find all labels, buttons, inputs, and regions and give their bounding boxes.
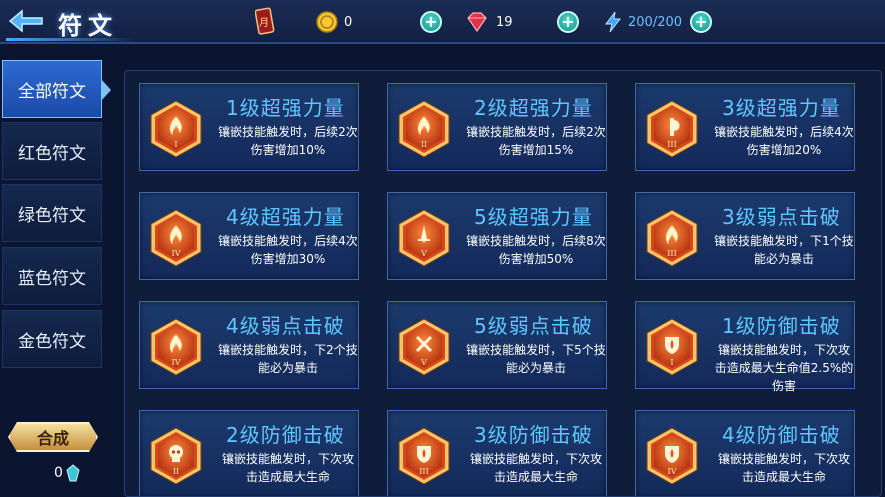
rune-shield-icon: IV xyxy=(646,427,698,485)
rune-sword-icon: V xyxy=(398,209,450,267)
rune-list-panel[interactable]: I 1级超强力量 镶嵌技能触发时，后续2次伤害增加10% II 2级超强力量 镶嵌技能触发… xyxy=(124,70,882,497)
rune-description: 镶嵌技能触发时，下5个技能必为暴击 xyxy=(466,343,606,375)
rune-axe-icon: III xyxy=(646,100,698,158)
lightning-icon xyxy=(605,11,622,33)
rune-flame-icon: IV xyxy=(150,318,202,376)
rune-description: 镶嵌技能触发时，下次攻击造成最大生命 xyxy=(469,452,602,484)
top-bar: 符文 月 0 + 19 + 200/200 + xyxy=(0,0,885,44)
rune-tier-label: V xyxy=(420,358,427,367)
rune-flame-icon: I xyxy=(150,100,202,158)
rune-tier-label: III xyxy=(667,249,676,258)
rune-name: 2级防御击破 xyxy=(226,423,345,447)
rune-tier-label: II xyxy=(173,467,179,476)
rune-description: 镶嵌技能触发时，下次攻击造成最大生命 xyxy=(717,452,850,484)
add-gem-button[interactable]: + xyxy=(557,11,579,33)
rune-description: 镶嵌技能触发时，下次攻击造成最大生命 xyxy=(221,452,354,484)
plus-icon: + xyxy=(694,11,708,31)
rune-card[interactable]: IV 4级防御击破镶嵌技能触发时，下次攻击造成最大生命 xyxy=(635,410,855,496)
rune-card[interactable]: III 3级防御击破镶嵌技能触发时，下次攻击造成最大生命 xyxy=(387,410,607,496)
gold-coin-icon xyxy=(316,11,338,33)
rune-card[interactable]: III 3级弱点击破镶嵌技能触发时，下1个技能必为暴击 xyxy=(635,192,855,280)
energy-max: /200 xyxy=(652,14,683,30)
gem-icon xyxy=(467,12,487,33)
rune-skull-icon: II xyxy=(150,427,202,485)
rune-name: 1级超强力量 xyxy=(226,96,345,120)
rune-description: 镶嵌技能触发时，下1个技能必为暴击 xyxy=(714,234,854,266)
plus-icon: + xyxy=(561,11,575,31)
energy-resource: 200/200 xyxy=(604,9,718,35)
gold-resource: 0 xyxy=(316,9,424,35)
rune-description: 镶嵌技能触发时，下次攻击造成最大生命值2.5%的伤害 xyxy=(714,343,854,393)
plus-icon: + xyxy=(424,11,438,31)
rune-name: 3级超强力量 xyxy=(722,96,841,120)
rune-description: 镶嵌技能触发时，下2个技能必为暴击 xyxy=(218,343,358,375)
rune-cross-icon: V xyxy=(398,318,450,376)
rune-card[interactable]: II 2级防御击破镶嵌技能触发时，下次攻击造成最大生命 xyxy=(139,410,359,496)
crystal-icon xyxy=(66,464,80,482)
rune-card[interactable]: II 2级超强力量镶嵌技能触发时，后续2次伤害增加15% xyxy=(387,83,607,171)
gold-value: 0 xyxy=(344,14,353,30)
svg-text:月: 月 xyxy=(259,17,269,29)
back-arrow-icon xyxy=(8,9,43,33)
rune-card-icon[interactable]: 月 xyxy=(255,6,275,36)
rune-card[interactable]: IV 4级弱点击破镶嵌技能触发时，下2个技能必为暴击 xyxy=(139,301,359,389)
rune-tier-label: IV xyxy=(172,358,181,367)
craft-button[interactable]: 合成 xyxy=(8,422,98,452)
rune-tier-label: IV xyxy=(668,467,677,476)
rune-name: 3级防御击破 xyxy=(474,423,593,447)
energy-current: 200 xyxy=(628,14,653,30)
rune-name: 3级弱点击破 xyxy=(722,205,841,229)
rune-flame-icon: II xyxy=(398,100,450,158)
rune-card[interactable]: V 5级弱点击破镶嵌技能触发时，下5个技能必为暴击 xyxy=(387,301,607,389)
tab-all-runes[interactable]: 全部符文 xyxy=(2,60,111,118)
rune-card[interactable]: V 5级超强力量镶嵌技能触发时，后续8次伤害增加50% xyxy=(387,192,607,280)
rune-shield-icon: I xyxy=(646,318,698,376)
gem-value: 19 xyxy=(496,14,513,30)
tab-green-runes[interactable]: 绿色符文 xyxy=(2,184,102,242)
rune-description: 镶嵌技能触发时，后续4次伤害增加20% xyxy=(714,125,854,157)
rune-flame-icon: IV xyxy=(150,209,202,267)
rune-name: 1级防御击破 xyxy=(722,314,841,338)
rune-name: 5级弱点击破 xyxy=(474,314,593,338)
rune-tier-label: II xyxy=(421,140,427,149)
add-energy-button[interactable]: + xyxy=(690,11,712,33)
craft-material-count: 0 xyxy=(54,464,80,482)
rune-tier-label: III xyxy=(419,467,428,476)
rune-tier-label: I xyxy=(670,358,673,367)
craft-count-value: 0 xyxy=(54,465,63,481)
rune-name: 2级超强力量 xyxy=(474,96,593,120)
rune-shield-icon: III xyxy=(398,427,450,485)
rune-flame-icon: III xyxy=(646,209,698,267)
tab-red-runes[interactable]: 红色符文 xyxy=(2,122,102,180)
rune-tier-label: V xyxy=(420,249,427,258)
rune-name: 4级超强力量 xyxy=(226,205,345,229)
rune-tier-label: IV xyxy=(172,249,181,258)
title-underline xyxy=(6,38,136,41)
rune-tier-label: I xyxy=(174,140,177,149)
page-title: 符文 xyxy=(58,11,118,40)
rune-description: 镶嵌技能触发时，后续4次伤害增加30% xyxy=(218,234,358,266)
rune-tier-label: III xyxy=(667,140,676,149)
rune-card[interactable]: IV 4级超强力量镶嵌技能触发时，后续4次伤害增加30% xyxy=(139,192,359,280)
rune-name: 4级弱点击破 xyxy=(226,314,345,338)
rune-description: 镶嵌技能触发时，后续2次伤害增加10% xyxy=(218,125,358,157)
rune-name: 5级超强力量 xyxy=(474,205,593,229)
rune-description: 镶嵌技能触发时，后续8次伤害增加50% xyxy=(466,234,606,266)
tab-gold-runes[interactable]: 金色符文 xyxy=(2,310,102,368)
rune-name: 4级防御击破 xyxy=(722,423,841,447)
rune-card[interactable]: I 1级防御击破镶嵌技能触发时，下次攻击造成最大生命值2.5%的伤害 xyxy=(635,301,855,393)
add-gold-button[interactable]: + xyxy=(420,11,442,33)
tab-blue-runes[interactable]: 蓝色符文 xyxy=(2,247,102,305)
rune-card[interactable]: I 1级超强力量镶嵌技能触发时，后续2次伤害增加10% xyxy=(139,83,359,171)
rune-card[interactable]: III 3级超强力量镶嵌技能触发时，后续4次伤害增加20% xyxy=(635,83,855,171)
back-button[interactable] xyxy=(6,6,46,36)
rune-description: 镶嵌技能触发时，后续2次伤害增加15% xyxy=(466,125,606,157)
gem-resource: 19 xyxy=(464,9,572,35)
